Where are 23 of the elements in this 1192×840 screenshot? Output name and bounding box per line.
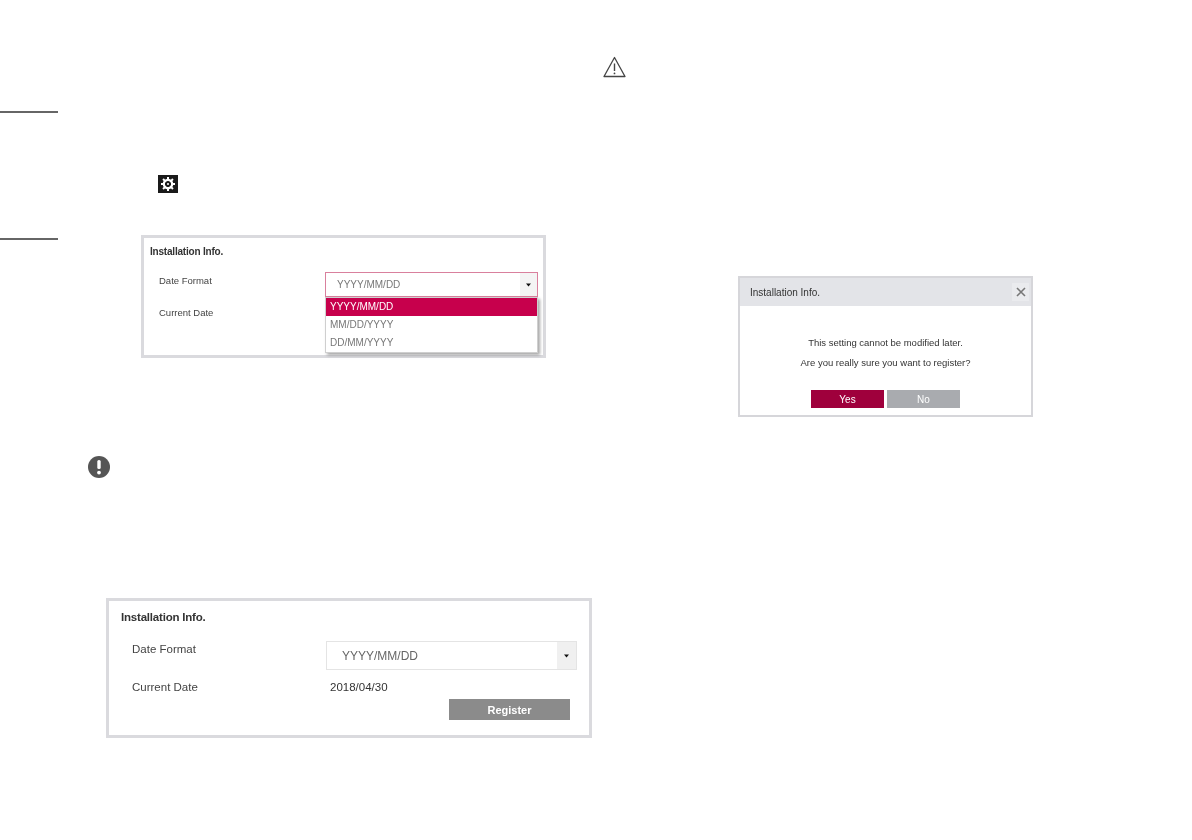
field-label: Date Format xyxy=(159,274,213,288)
dialog-message: This setting cannot be modified later. xyxy=(808,336,963,350)
confirm-button[interactable]: Yes xyxy=(811,390,884,408)
date-value: 2018/04/30 xyxy=(330,680,388,695)
dropdown-option[interactable]: MM/DD/YYYY xyxy=(326,316,537,334)
dialog-message: Are you really sure you want to register? xyxy=(800,356,971,370)
panel-title: Installation Info. xyxy=(150,245,225,259)
close-icon xyxy=(1015,287,1026,297)
register-button[interactable]: Register xyxy=(449,699,570,720)
dropdown-field[interactable]: YYYY/MM/DD xyxy=(325,272,538,297)
dropdown-option[interactable]: DD/MM/YYYY xyxy=(326,334,537,352)
field-label: Current Date xyxy=(159,306,215,320)
dropdown-option[interactable]: YYYY/MM/DD xyxy=(326,298,537,316)
field-label: Current Date xyxy=(132,680,199,695)
exclamation-icon xyxy=(88,456,110,478)
panel-title: Installation Info. xyxy=(121,610,207,625)
dropdown-field[interactable]: YYYY/MM/DD xyxy=(326,641,577,670)
close-button[interactable] xyxy=(1012,283,1029,301)
caret-icon xyxy=(557,642,576,669)
dialog-title: Installation Info. xyxy=(750,286,821,298)
field-label: Date Format xyxy=(132,642,197,657)
gear-icon xyxy=(158,175,178,193)
warning-icon xyxy=(603,56,626,78)
